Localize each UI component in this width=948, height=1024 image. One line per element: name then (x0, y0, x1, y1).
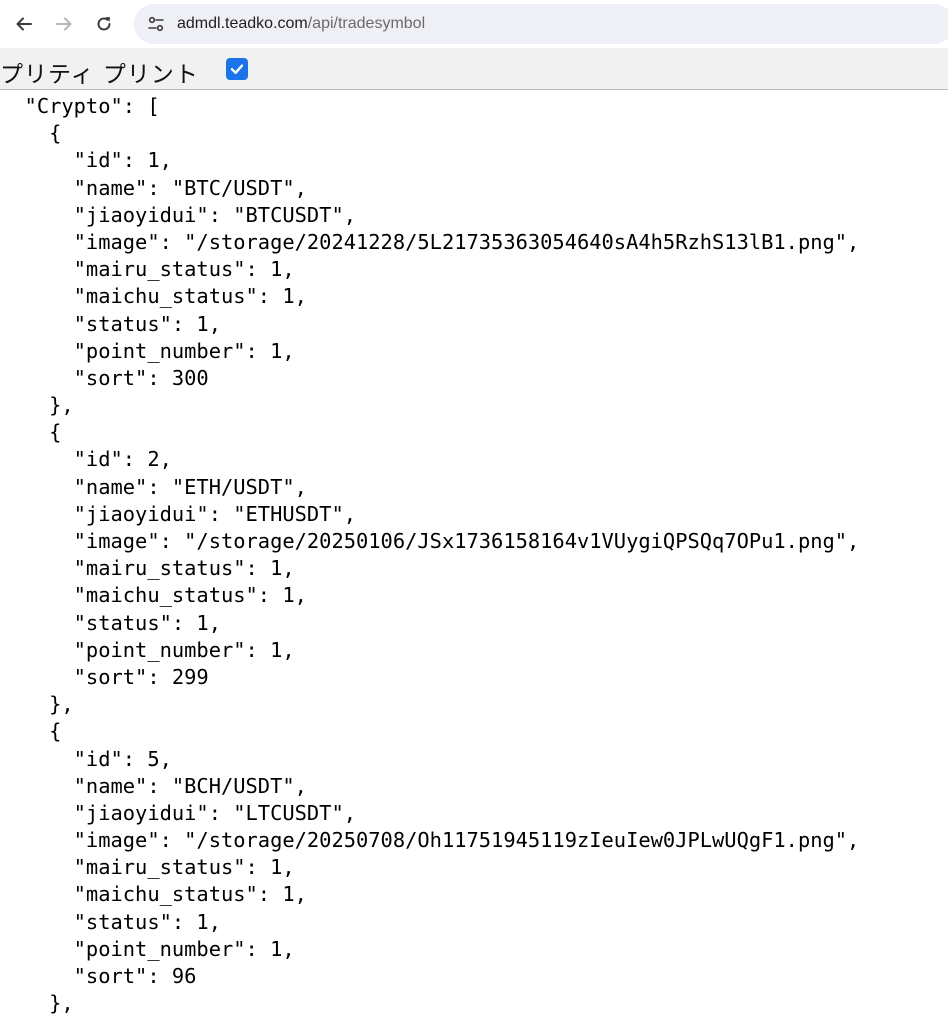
arrow-right-icon (56, 17, 72, 31)
json-line: "id": 5, (0, 746, 172, 771)
pretty-print-label: プリティ プリント (0, 62, 199, 88)
json-line: { (0, 420, 62, 445)
json-line: "status": 1, (0, 909, 221, 934)
json-line: "maichu_status": 1, (0, 284, 307, 309)
json-line: }, (0, 692, 74, 717)
json-line: "point_number": 1, (0, 338, 295, 363)
reload-button[interactable] (90, 10, 118, 38)
json-line: "name": "ETH/USDT", (0, 474, 307, 499)
json-line: "mairu_status": 1, (0, 556, 295, 581)
json-line: }, (0, 991, 74, 1016)
json-line: "image": "/storage/20250708/Oh1175194511… (0, 828, 860, 853)
json-line: "point_number": 1, (0, 637, 295, 662)
json-line: "image": "/storage/20241228/5L2173536305… (0, 229, 860, 254)
json-content: "Crypto": [ { "id": 1, "name": "BTC/USDT… (0, 93, 860, 1017)
url-host: admdl.teadko.com (177, 15, 308, 32)
pretty-print-bar: プリティ プリント (0, 48, 948, 90)
json-line: "id": 1, (0, 148, 172, 173)
arrow-left-icon (16, 17, 32, 31)
json-line: "maichu_status": 1, (0, 583, 307, 608)
reload-icon (97, 17, 111, 31)
address-bar[interactable]: admdl.teadko.com/api/tradesymbol (134, 4, 948, 44)
json-line: "image": "/storage/20250106/JSx173615816… (0, 529, 860, 553)
json-line: "sort": 300 (0, 365, 209, 390)
json-line: }, (0, 393, 74, 418)
json-viewer: "Crypto": [ { "id": 1, "name": "BTC/USDT… (0, 90, 948, 1024)
json-line: "mairu_status": 1, (0, 855, 295, 880)
json-line: "point_number": 1, (0, 936, 295, 961)
site-info-button[interactable] (144, 12, 168, 36)
json-line: { (0, 121, 62, 146)
url-text[interactable]: admdl.teadko.com/api/tradesymbol (177, 4, 425, 44)
json-line: "mairu_status": 1, (0, 257, 295, 282)
json-line: "name": "BCH/USDT", (0, 773, 307, 798)
forward-button[interactable] (50, 10, 78, 38)
back-button[interactable] (10, 10, 38, 38)
browser-toolbar: admdl.teadko.com/api/tradesymbol (0, 0, 948, 48)
json-line: "id": 2, (0, 447, 172, 472)
json-line: "jiaoyidui": "ETHUSDT", (0, 501, 357, 526)
json-line: "status": 1, (0, 311, 221, 336)
json-line: "status": 1, (0, 610, 221, 635)
json-line: "jiaoyidui": "BTCUSDT", (0, 202, 357, 227)
json-line: "maichu_status": 1, (0, 882, 307, 907)
tune-icon (148, 16, 164, 32)
json-line: "sort": 96 (0, 964, 197, 988)
json-line: "name": "BTC/USDT", (0, 175, 307, 200)
checkmark-icon (230, 64, 244, 74)
json-line: "jiaoyidui": "LTCUSDT", (0, 800, 357, 825)
url-path: /api/tradesymbol (307, 15, 426, 32)
json-line: { (0, 719, 62, 744)
json-line: "sort": 299 (0, 664, 209, 689)
json-line: "Crypto": [ (0, 94, 160, 118)
pretty-print-checkbox[interactable] (226, 58, 248, 80)
